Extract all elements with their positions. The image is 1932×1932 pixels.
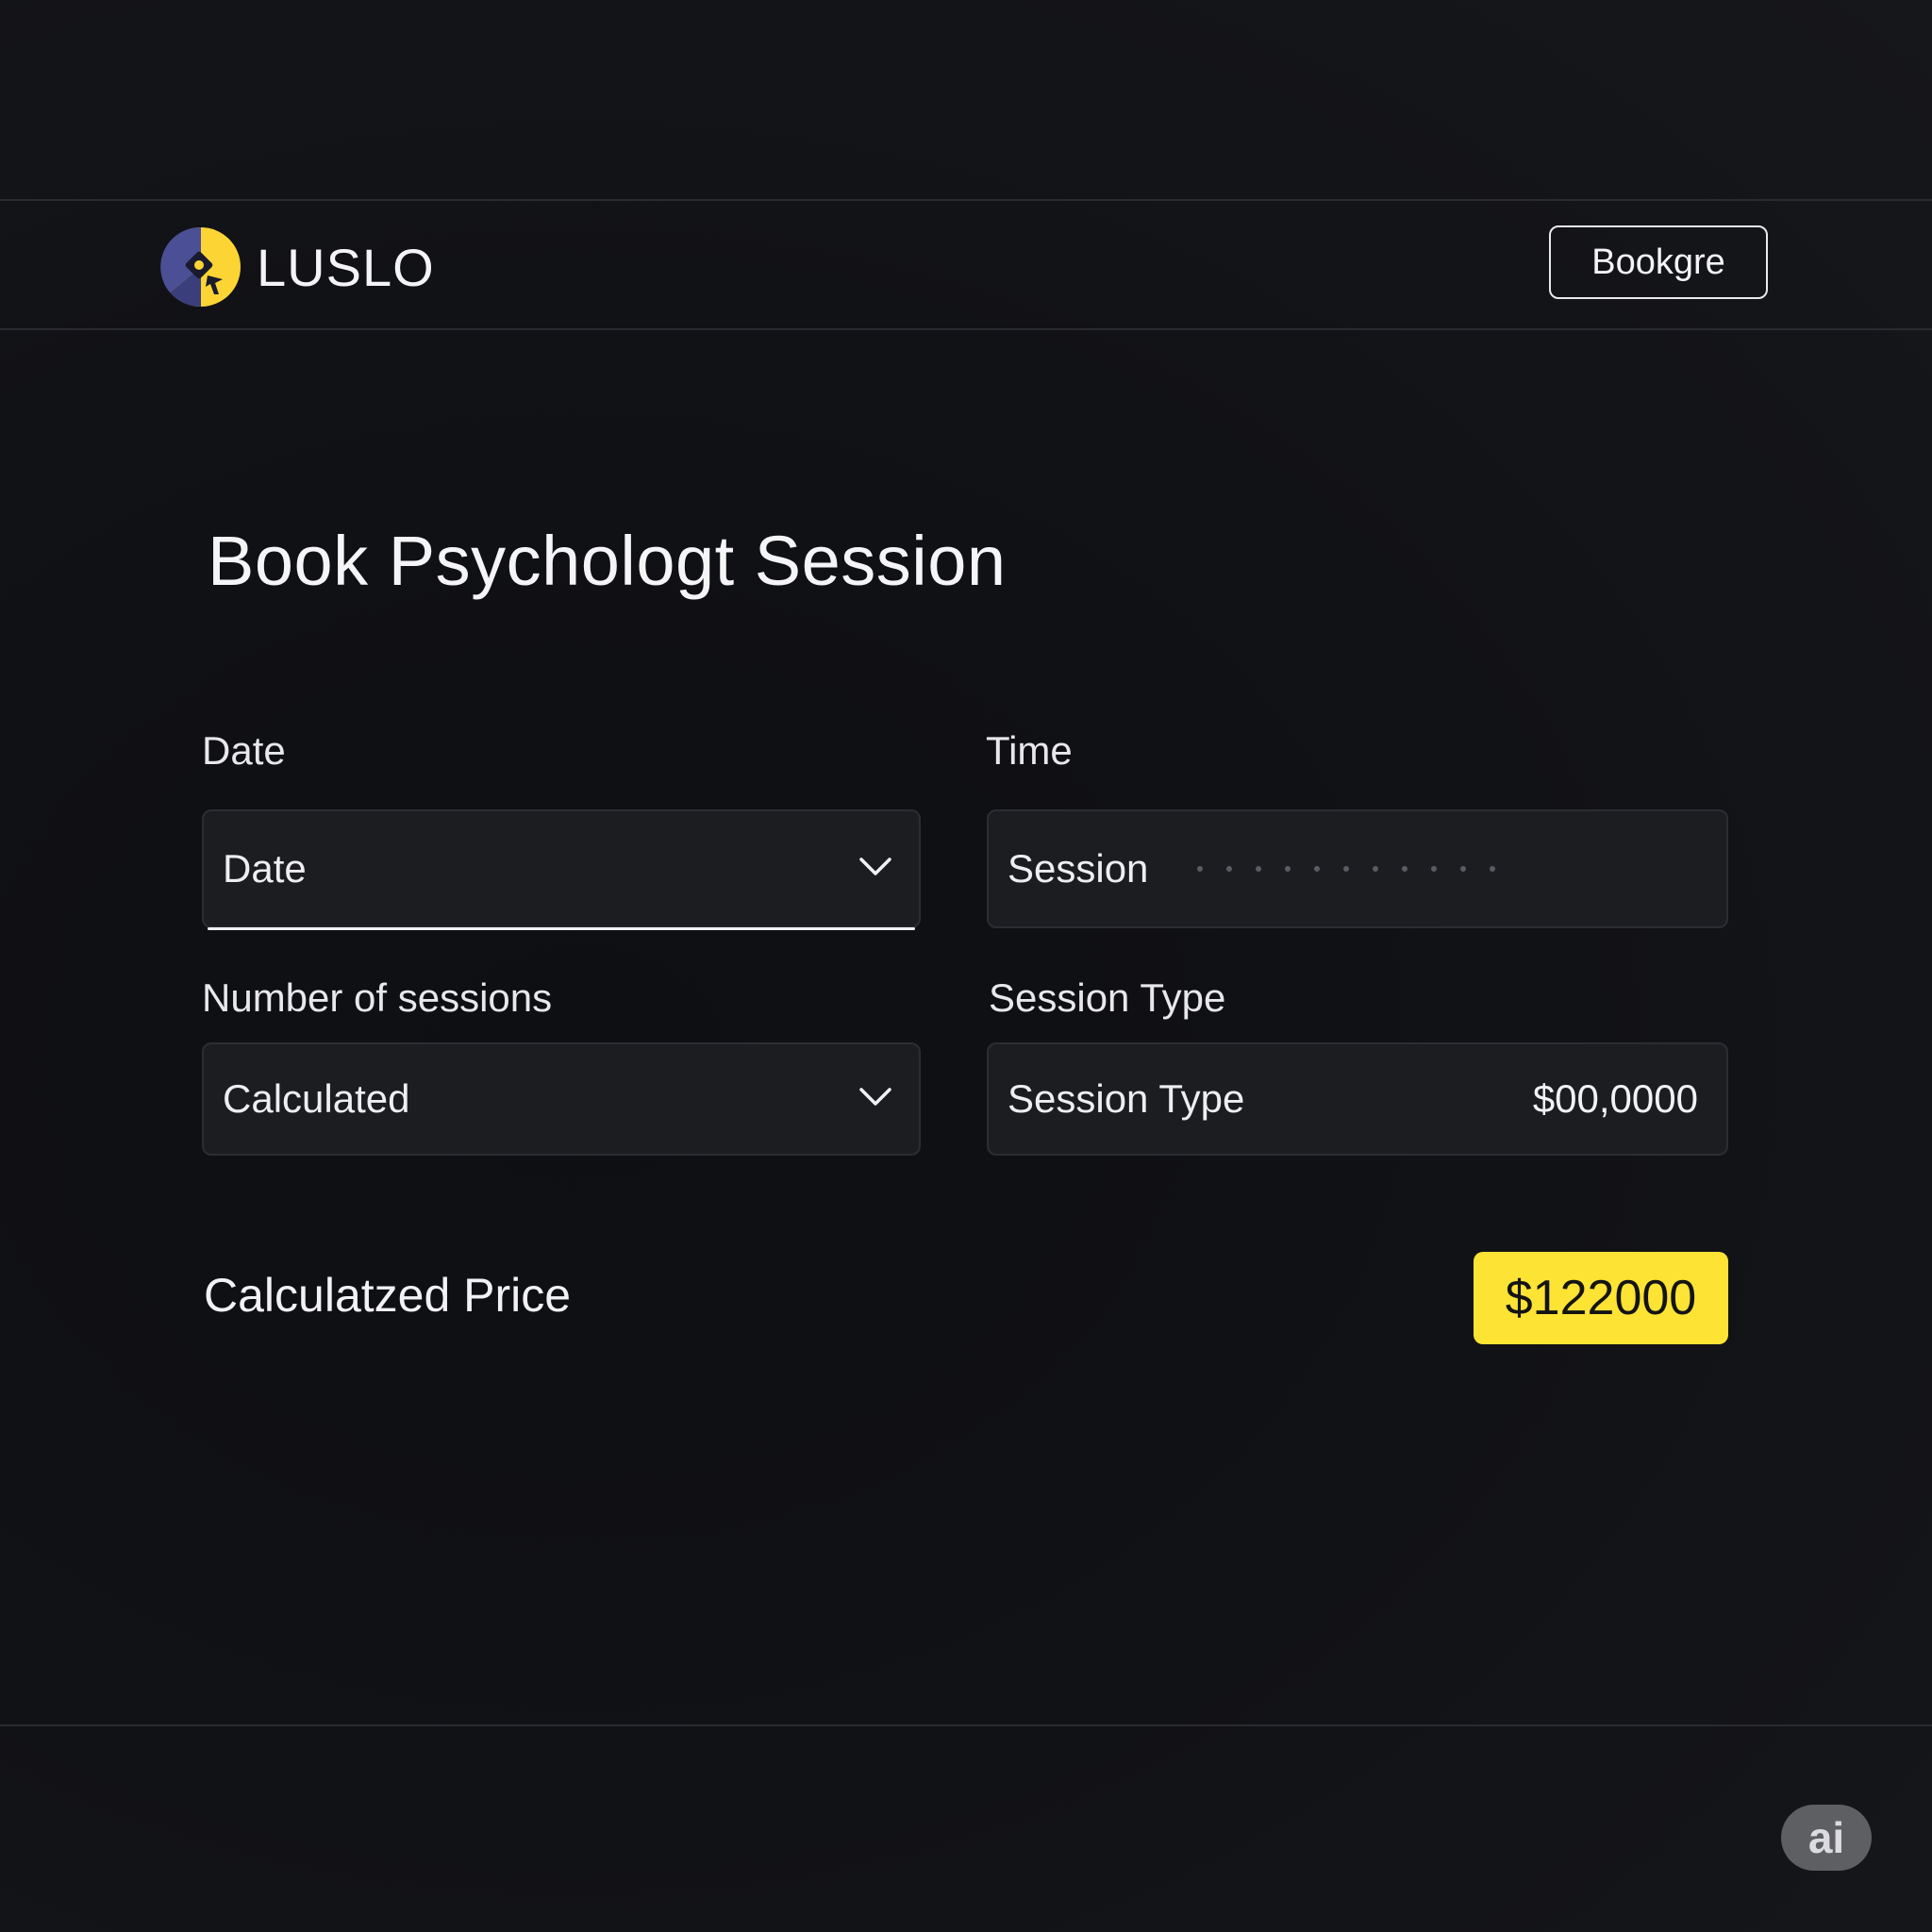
session-type-label: Session Type: [989, 975, 1226, 1020]
session-type-select[interactable]: Session Type $00,0000: [987, 1042, 1728, 1156]
chevron-down-icon: [859, 1088, 891, 1106]
time-input-value: Session: [1008, 846, 1149, 891]
session-type-value: Session Type: [1008, 1076, 1245, 1121]
date-select[interactable]: Date: [202, 809, 921, 930]
date-select-value: Date: [223, 846, 307, 891]
time-label: Time: [986, 728, 1073, 773]
chevron-down-icon: [859, 858, 891, 875]
time-input[interactable]: Session: [987, 809, 1728, 928]
header-top-divider: [0, 199, 1932, 201]
brand-logo-icon: [160, 226, 241, 308]
brand-name: LUSLO: [257, 237, 435, 297]
session-type-price: $00,0000: [1532, 1076, 1698, 1121]
sessions-select[interactable]: Calculated: [202, 1042, 921, 1156]
date-select-focus-underline: [208, 927, 915, 930]
footer-divider: [0, 1724, 1932, 1726]
brand-logo[interactable]: LUSLO: [160, 226, 435, 308]
header-bottom-divider: [0, 328, 1932, 330]
top-navbar: LUSLO Bookgre: [0, 202, 1932, 328]
calculated-price-label: Calculatzed Price: [204, 1269, 572, 1322]
sessions-label: Number of sessions: [202, 975, 553, 1020]
date-label: Date: [202, 728, 286, 773]
time-placeholder-dots: [1197, 866, 1519, 872]
book-button[interactable]: Bookgre: [1549, 225, 1768, 299]
page-title: Book Psychologt Session: [208, 522, 1007, 600]
sessions-select-value: Calculated: [223, 1076, 410, 1121]
ai-assistant-button[interactable]: ai: [1781, 1805, 1872, 1871]
calculated-price-badge: $122000: [1474, 1252, 1728, 1344]
